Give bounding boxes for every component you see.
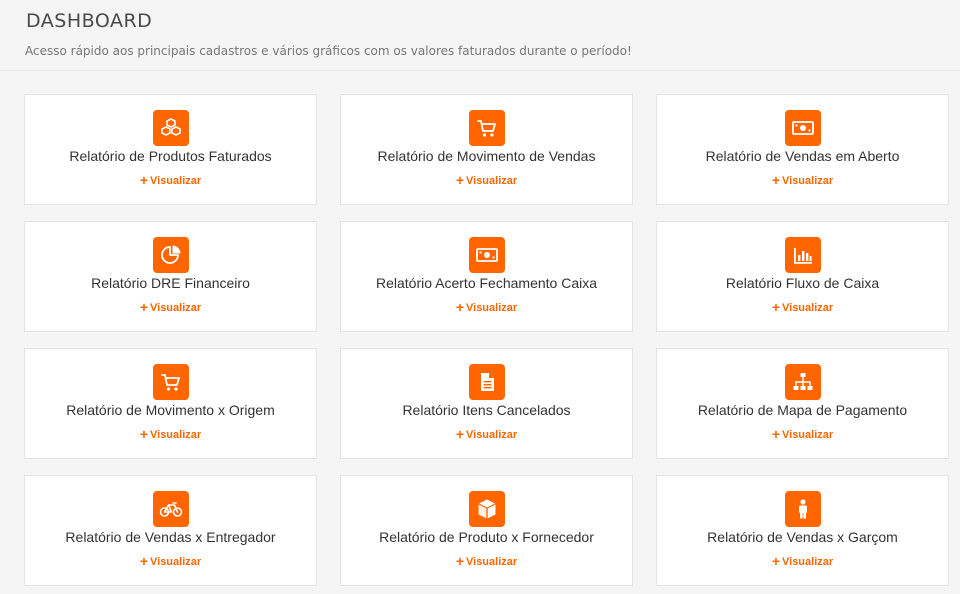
- report-title: Relatório de Vendas x Garçom: [707, 529, 898, 545]
- report-card[interactable]: Relatório de Vendas x Entregador + Visuali…: [24, 475, 317, 586]
- report-title: Relatório Acerto Fechamento Caixa: [376, 275, 597, 291]
- view-link-label: Visualizar: [466, 429, 518, 441]
- report-card[interactable]: Relatório de Mapa de Pagamento + Visualiza…: [656, 348, 949, 459]
- view-link-label: Visualizar: [150, 429, 202, 441]
- report-card[interactable]: Relatório de Movimento de Vendas + Visuali…: [340, 94, 633, 205]
- pie-chart-icon: [152, 237, 189, 273]
- page-header: DASHBOARD Acesso rápido aos principais c…: [0, 0, 960, 71]
- report-card[interactable]: Relatório de Movimento x Origem + Visualiz…: [24, 348, 317, 459]
- report-title: Relatório de Movimento x Origem: [66, 402, 275, 418]
- view-link-label: Visualizar: [782, 302, 834, 314]
- page-title: DASHBOARD: [26, 10, 153, 32]
- view-link-label: Visualizar: [782, 429, 834, 441]
- view-link[interactable]: + Visualizar: [341, 425, 632, 442]
- view-link[interactable]: + Visualizar: [25, 298, 316, 315]
- view-link[interactable]: + Visualizar: [25, 171, 316, 188]
- report-card[interactable]: Relatório de Vendas x Garçom + Visualizar: [656, 475, 949, 586]
- shopping-cart-icon: [152, 364, 189, 400]
- money-icon: [468, 237, 505, 273]
- report-card[interactable]: Relatório de Vendas em Aberto + Visualizar: [656, 94, 949, 205]
- plus-icon: +: [139, 426, 148, 442]
- view-link[interactable]: + Visualizar: [341, 298, 632, 315]
- report-title: Relatório de Mapa de Pagamento: [697, 402, 908, 418]
- plus-icon: +: [771, 426, 780, 442]
- page-subtitle: Acesso rápido aos principais cadastros e…: [25, 44, 632, 58]
- shopping-cart-icon: [468, 110, 505, 146]
- plus-icon: +: [139, 299, 148, 315]
- report-title: Relatório de Produto x Fornecedor: [379, 529, 594, 545]
- view-link[interactable]: + Visualizar: [657, 171, 948, 188]
- report-title: Relatório de Movimento de Vendas: [377, 148, 596, 164]
- person-icon: [784, 491, 821, 527]
- view-link[interactable]: + Visualizar: [25, 425, 316, 442]
- plus-icon: +: [455, 426, 464, 442]
- plus-icon: +: [771, 299, 780, 315]
- money-icon: [784, 110, 821, 146]
- report-card[interactable]: Relatório DRE Financeiro + Visualizar: [24, 221, 317, 332]
- view-link[interactable]: + Visualizar: [657, 298, 948, 315]
- view-link[interactable]: + Visualizar: [341, 552, 632, 569]
- view-link[interactable]: + Visualizar: [657, 425, 948, 442]
- report-grid: Relatório de Produtos Faturados + Visualiz…: [24, 94, 949, 586]
- view-link-label: Visualizar: [782, 175, 834, 187]
- report-card[interactable]: Relatório de Produto x Fornecedor + Visual…: [340, 475, 633, 586]
- file-text-icon: [468, 364, 505, 400]
- bar-chart-icon: [784, 237, 821, 273]
- view-link[interactable]: + Visualizar: [341, 171, 632, 188]
- report-title: Relatório Itens Cancelados: [402, 402, 571, 418]
- report-title: Relatório DRE Financeiro: [91, 275, 250, 291]
- cubes-icon: [152, 110, 189, 146]
- plus-icon: +: [455, 172, 464, 188]
- plus-icon: +: [455, 299, 464, 315]
- plus-icon: +: [139, 553, 148, 569]
- report-title: Relatório de Vendas x Entregador: [65, 529, 276, 545]
- report-card[interactable]: Relatório de Produtos Faturados + Visualiz…: [24, 94, 317, 205]
- plus-icon: +: [771, 172, 780, 188]
- view-link-label: Visualizar: [782, 556, 834, 568]
- report-title: Relatório de Vendas em Aberto: [705, 148, 900, 164]
- report-title: Relatório Fluxo de Caixa: [725, 275, 880, 291]
- report-card[interactable]: Relatório Fluxo de Caixa + Visualizar: [656, 221, 949, 332]
- report-title: Relatório de Produtos Faturados: [69, 148, 272, 164]
- plus-icon: +: [455, 553, 464, 569]
- view-link-label: Visualizar: [150, 175, 202, 187]
- view-link-label: Visualizar: [150, 556, 202, 568]
- view-link-label: Visualizar: [466, 302, 518, 314]
- view-link-label: Visualizar: [466, 556, 518, 568]
- view-link-label: Visualizar: [150, 302, 202, 314]
- bicycle-icon: [152, 491, 189, 527]
- cube-icon: [468, 491, 505, 527]
- view-link[interactable]: + Visualizar: [657, 552, 948, 569]
- report-card[interactable]: Relatório Itens Cancelados + Visualizar: [340, 348, 633, 459]
- plus-icon: +: [771, 553, 780, 569]
- view-link[interactable]: + Visualizar: [25, 552, 316, 569]
- plus-icon: +: [139, 172, 148, 188]
- view-link-label: Visualizar: [466, 175, 518, 187]
- report-card[interactable]: Relatório Acerto Fechamento Caixa + Visual…: [340, 221, 633, 332]
- sitemap-icon: [784, 364, 821, 400]
